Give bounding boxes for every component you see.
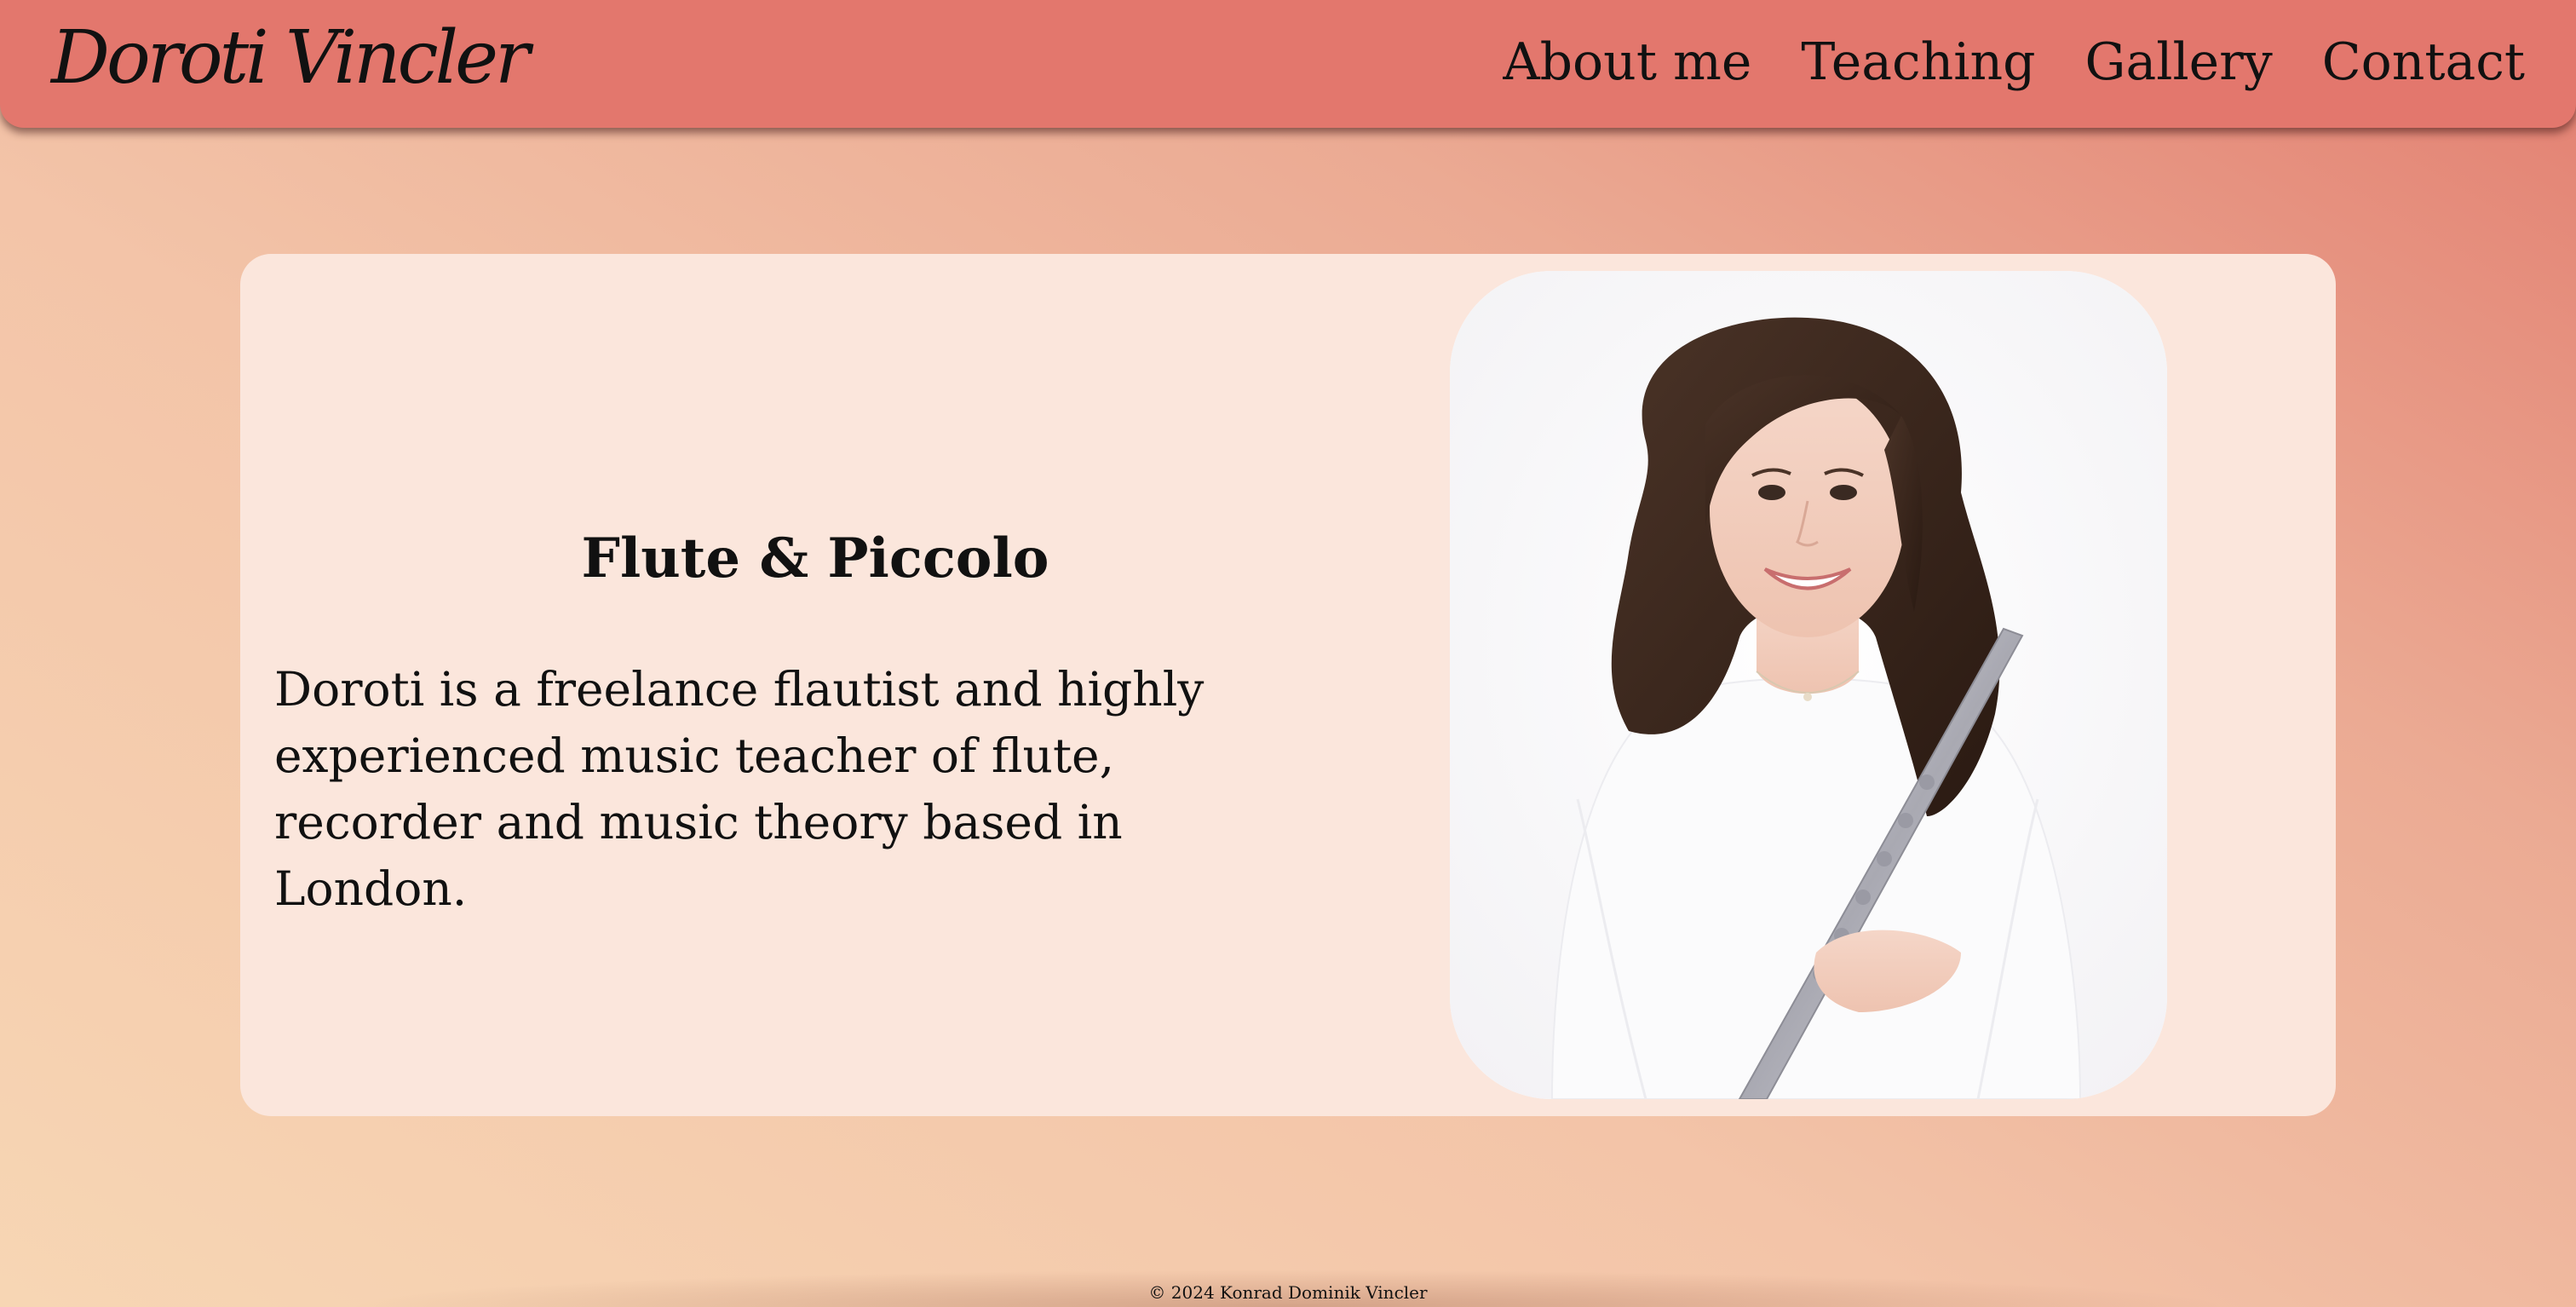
nav-gallery[interactable]: Gallery: [2085, 32, 2273, 92]
site-footer: © 2024 Konrad Dominik Vincler: [0, 1278, 2576, 1307]
footer-copyright: © 2024 Konrad Dominik Vincler: [1148, 1282, 1428, 1303]
hero-card: Flute & Piccolo Doroti is a freelance fl…: [240, 254, 2336, 1116]
site-header: Doroti Vincler About me Teaching Gallery…: [0, 0, 2576, 128]
hero-description: Doroti is a freelance flautist and highl…: [274, 662, 1205, 916]
main-nav: About me Teaching Gallery Contact: [1503, 32, 2525, 92]
nav-teaching[interactable]: Teaching: [1801, 32, 2035, 92]
hero-text: Flute & Piccolo Doroti is a freelance fl…: [274, 254, 1356, 1116]
portrait-illustration: [1450, 271, 2167, 1099]
hero-title: Flute & Piccolo: [581, 527, 1049, 590]
nav-contact[interactable]: Contact: [2322, 32, 2525, 92]
nav-about-me[interactable]: About me: [1503, 32, 1751, 92]
site-logo[interactable]: Doroti Vincler: [51, 15, 530, 101]
portrait-photo: [1450, 271, 2167, 1099]
